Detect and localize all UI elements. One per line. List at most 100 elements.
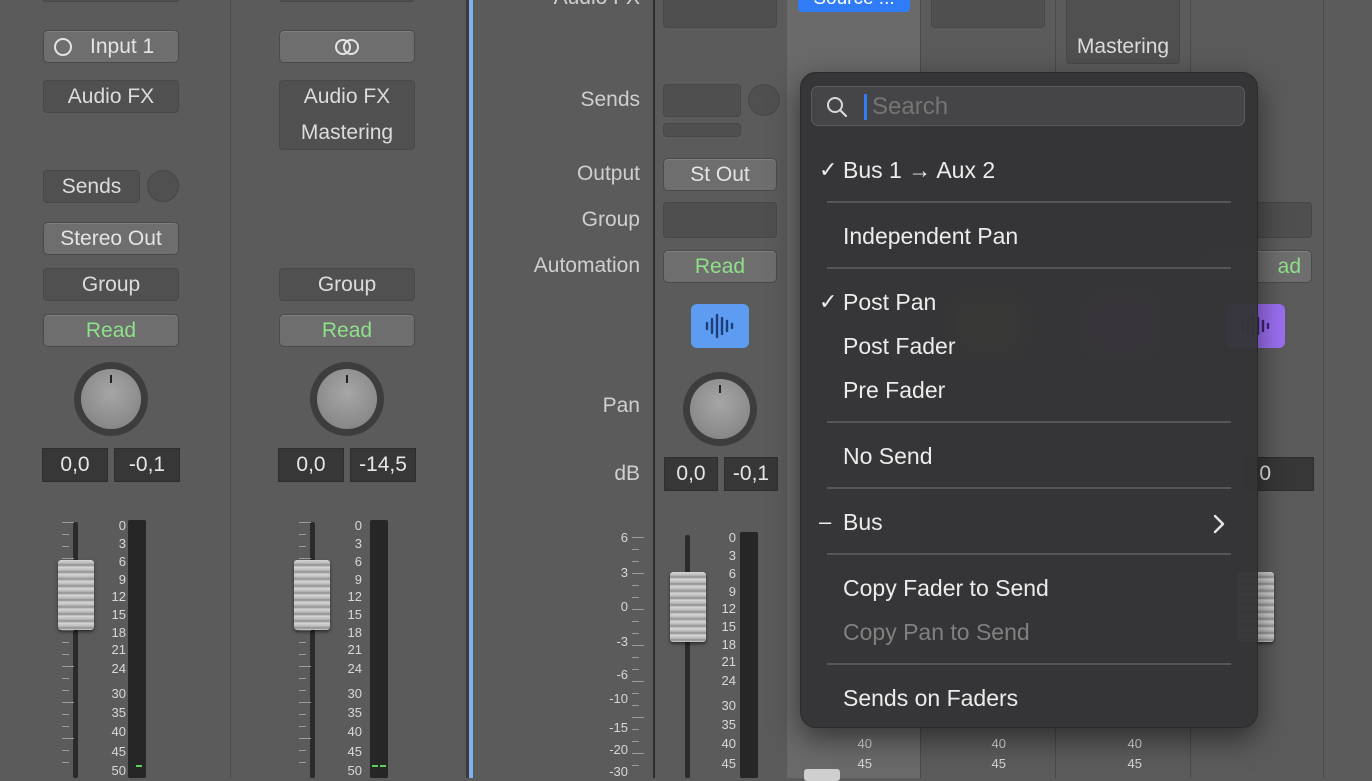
menu-separator	[827, 553, 1231, 555]
strip5-audio-fx-slot[interactable]	[931, 0, 1045, 28]
scale-tick	[632, 645, 644, 646]
inspector-fader-scale: 6 3 0 -3 -6 -10 -15 -20 -30	[609, 530, 628, 779]
strip-divider	[1323, 0, 1324, 778]
strip2-volume-value[interactable]: 0,0	[278, 448, 344, 482]
scale-tick	[299, 726, 306, 727]
strip4-fader-cap[interactable]	[804, 769, 840, 781]
scale-tick	[62, 642, 69, 643]
scale-tick	[299, 678, 306, 679]
strip1-output-button[interactable]: Stereo Out	[43, 222, 179, 255]
scale-tick	[299, 546, 306, 547]
strip1-volume-value[interactable]: 0,0	[42, 448, 108, 482]
label-pan: Pan	[602, 394, 640, 417]
strip1-top-slot[interactable]	[42, 0, 180, 2]
menu-item-pre-fader[interactable]: Pre Fader	[843, 377, 945, 404]
strip2-peak-value: -14,5	[350, 448, 416, 482]
strip1-automation-button[interactable]: Read	[43, 314, 179, 347]
strip3-volume-value[interactable]: 0,0	[664, 457, 718, 491]
strip2-automation-button[interactable]: Read	[279, 314, 415, 347]
pan-indicator	[110, 375, 112, 383]
check-icon: ✓	[819, 157, 838, 182]
label-group: Group	[581, 208, 640, 231]
strip3-send-slot[interactable]	[663, 84, 741, 117]
strip2-fader-cap[interactable]	[294, 560, 330, 630]
scale-tick	[632, 693, 639, 694]
menu-search-field[interactable]	[811, 86, 1245, 126]
scale-tick	[632, 621, 639, 622]
strip1-sends-slot[interactable]: Sends	[43, 170, 140, 203]
menu-item-copy-fader-to-send[interactable]: Copy Fader to Send	[843, 575, 1049, 602]
strip1-group-slot[interactable]: Group	[43, 268, 179, 301]
search-icon	[827, 97, 848, 118]
scale-tick	[62, 546, 69, 547]
scale-tick	[632, 549, 639, 550]
strip1-pan-knob[interactable]	[81, 369, 141, 429]
scale-tick	[62, 666, 74, 667]
menu-separator	[827, 267, 1231, 269]
menu-item-post-pan[interactable]: Post Pan	[843, 289, 936, 316]
strip4-send-slot[interactable]: Source ...	[798, 0, 910, 12]
strip6-plugin-label[interactable]: Mastering	[1077, 35, 1169, 59]
strip2-pan-knob[interactable]	[317, 369, 377, 429]
scale-tick	[632, 597, 639, 598]
scale-tick	[299, 738, 311, 739]
menu-item-bus-route[interactable]: Bus 1 → Aux 2	[843, 157, 995, 184]
menu-separator	[827, 421, 1231, 423]
scale-tick	[62, 534, 69, 535]
strip1-peak-value: -0,1	[114, 448, 180, 482]
scale-tick	[62, 738, 74, 739]
pan-indicator	[346, 375, 348, 383]
scale-tick	[632, 561, 639, 562]
strip3-fader-cap[interactable]	[670, 572, 706, 642]
strip-divider	[230, 0, 231, 778]
strip1-input-label: Input 1	[90, 34, 155, 58]
strip3-send-slot-2[interactable]	[663, 123, 741, 137]
strip2-fader-scale: 0 3 6 9 12 15 18 21 24 30 35 40 45 50	[347, 518, 362, 778]
strip3-output-button[interactable]: St Out	[663, 158, 777, 191]
strip6-audio-fx-slot[interactable]: Mastering	[1066, 0, 1180, 64]
strip4-fader-scale: 40 45	[857, 736, 872, 771]
menu-item-no-send[interactable]: No Send	[843, 443, 933, 470]
scale-tick	[299, 654, 306, 655]
scale-tick	[299, 690, 306, 691]
menu-item-copy-pan-to-send: Copy Pan to Send	[843, 619, 1030, 645]
strip2-input-button[interactable]	[279, 30, 415, 63]
scale-tick	[62, 762, 69, 763]
stereo-link-icon	[335, 38, 359, 55]
strip1-input-button[interactable]: Input 1	[43, 30, 179, 63]
scale-tick	[62, 558, 74, 559]
strip2-audio-fx-slot[interactable]: Audio FX Mastering	[279, 80, 415, 150]
strip3-audio-fx-slot[interactable]	[663, 0, 777, 28]
strip3-group-slot[interactable]	[663, 202, 777, 238]
strip3-send-knob[interactable]	[748, 84, 780, 116]
scale-tick	[299, 522, 311, 523]
strip1-audio-fx-slot[interactable]: Audio FX	[43, 80, 179, 113]
label-db: dB	[614, 462, 640, 485]
scale-tick	[632, 729, 639, 730]
scale-tick	[299, 558, 311, 559]
scale-tick	[632, 741, 639, 742]
strip1-send-knob[interactable]	[147, 170, 179, 202]
scale-tick	[299, 534, 306, 535]
scale-tick	[62, 726, 69, 727]
strip3-pan-knob[interactable]	[690, 379, 750, 439]
scale-tick	[299, 714, 306, 715]
menu-search-input[interactable]	[870, 91, 1234, 123]
check-icon: ✓	[819, 289, 838, 314]
menu-item-independent-pan[interactable]: Independent Pan	[843, 223, 1018, 250]
strip3-peak-value: -0,1	[724, 457, 778, 491]
scale-tick	[62, 630, 74, 631]
strip3-automation-button[interactable]: Read	[663, 250, 777, 283]
strip5-fader-scale: 40 45	[991, 736, 1006, 771]
menu-item-bus[interactable]: Bus	[843, 509, 883, 536]
strip1-fader-cap[interactable]	[58, 560, 94, 630]
strip3-audio-track-icon[interactable]	[691, 304, 749, 348]
strip2-group-slot[interactable]: Group	[279, 268, 415, 301]
menu-item-sends-on-faders[interactable]: Sends on Faders	[843, 685, 1018, 712]
strip2-plugin-label[interactable]: Mastering	[301, 115, 393, 151]
scale-tick	[632, 765, 639, 766]
scale-tick	[299, 666, 311, 667]
strip6-fader-scale: 40 45	[1127, 736, 1142, 771]
strip2-top-slot[interactable]	[279, 0, 415, 2]
menu-item-post-fader[interactable]: Post Fader	[843, 333, 956, 360]
